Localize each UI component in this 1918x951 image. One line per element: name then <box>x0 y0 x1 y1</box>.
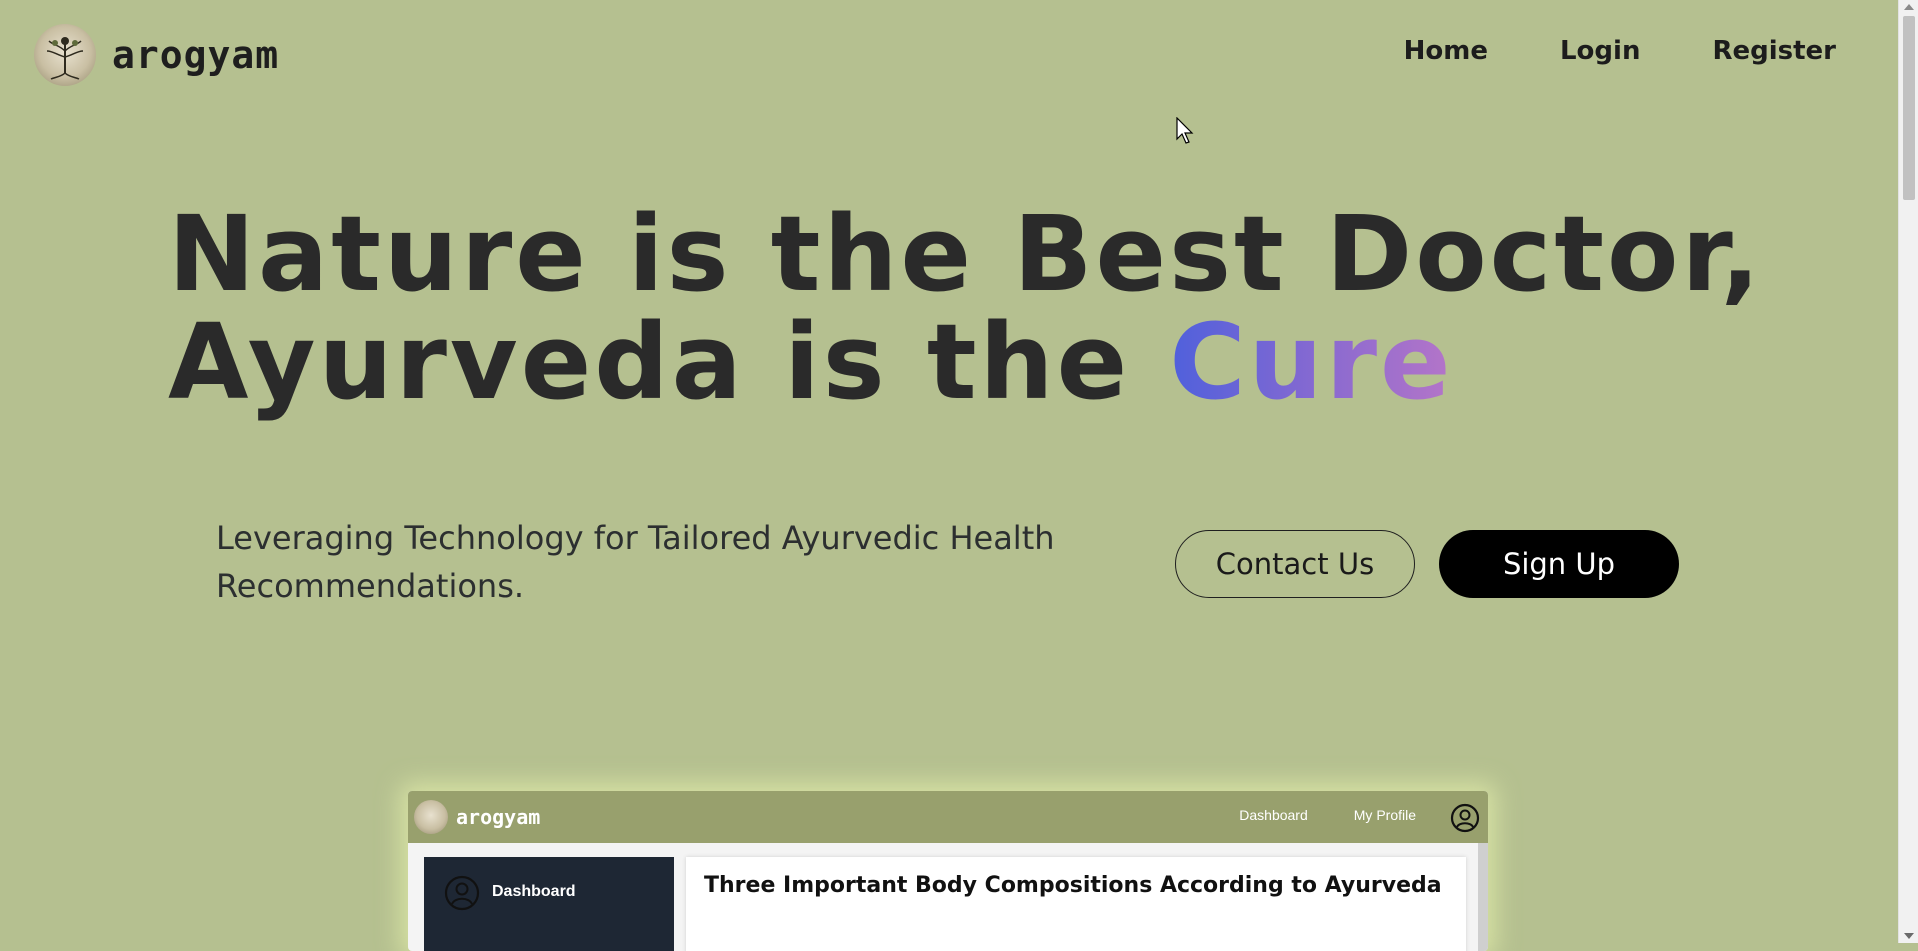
nav-register-link[interactable]: Register <box>1712 36 1836 66</box>
preview-nav-my-profile: My Profile <box>1353 807 1416 823</box>
preview-logo-icon <box>414 800 448 834</box>
scroll-thumb[interactable] <box>1903 16 1915 200</box>
hero-title: Nature is the Best Doctor, Ayurveda is t… <box>168 200 1763 416</box>
nav-login-link[interactable]: Login <box>1560 36 1640 66</box>
top-navigation: arogyam Home Login Register <box>0 0 1898 110</box>
sign-up-button[interactable]: Sign Up <box>1439 530 1679 598</box>
preview-nav-dashboard: Dashboard <box>1239 807 1308 823</box>
preview-brand-name: arogyam <box>456 805 541 829</box>
nav-home-link[interactable]: Home <box>1404 36 1488 66</box>
contact-us-button[interactable]: Contact Us <box>1175 530 1415 598</box>
hero-subtitle: Leveraging Technology for Tailored Ayurv… <box>216 519 1055 605</box>
page-scrollbar[interactable] <box>1898 0 1918 943</box>
preview-article-title: Three Important Body Compositions Accord… <box>704 873 1442 898</box>
preview-article-card: Three Important Body Compositions Accord… <box>686 857 1466 951</box>
preview-sidebar: Dashboard <box>424 857 674 951</box>
preview-sidebar-dashboard: Dashboard <box>492 883 576 900</box>
preview-header: arogyam Dashboard My Profile <box>408 791 1488 843</box>
dashboard-preview: arogyam Dashboard My Profile Dashboard T… <box>408 791 1488 951</box>
preview-scrollbar <box>1478 843 1488 951</box>
brand-name: arogyam <box>112 33 280 77</box>
scroll-down-arrow-icon[interactable] <box>1904 933 1914 939</box>
user-circle-icon <box>1450 803 1480 833</box>
hero-title-line1: Nature is the Best Doctor, <box>168 193 1763 315</box>
scroll-up-arrow-icon[interactable] <box>1904 4 1914 10</box>
sidebar-user-icon <box>444 875 480 911</box>
hero-title-line2-prefix: Ayurveda is the <box>168 301 1170 423</box>
mouse-pointer-icon <box>1176 117 1194 144</box>
hero-title-highlight: Cure <box>1169 301 1454 423</box>
preview-nav: Dashboard My Profile <box>1239 807 1416 823</box>
brand[interactable]: arogyam <box>34 24 279 86</box>
nav-links: Home Login Register <box>1404 36 1836 66</box>
preview-body: Dashboard Three Important Body Compositi… <box>408 843 1488 951</box>
ayurveda-tree-logo-icon <box>34 24 96 86</box>
